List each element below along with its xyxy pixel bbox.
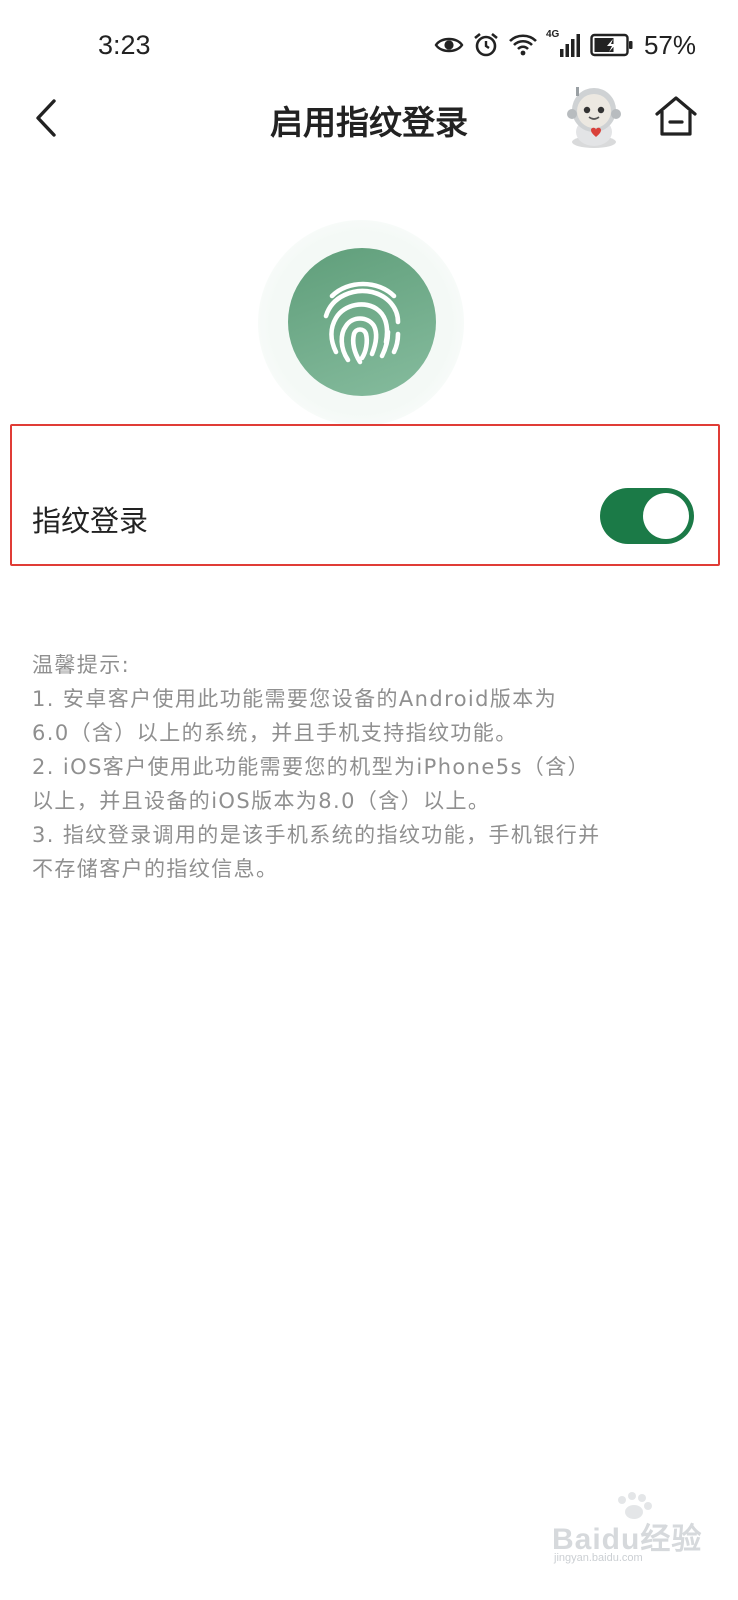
app-screen: 3:23 4G 57% 启用指纹登录 指纹登录 温馨提示: 1. 安卓客户使用此… (0, 0, 738, 1600)
status-time: 3:23 (98, 30, 151, 60)
tip-line: 以上，并且设备的iOS版本为8.0（含）以上。 (32, 789, 491, 813)
astronaut-mascot-icon[interactable] (560, 84, 628, 150)
eye-icon (434, 34, 464, 56)
toggle-knob (643, 493, 689, 539)
tip-line: 6.0（含）以上的系统，并且手机支持指纹功能。 (32, 721, 518, 745)
status-icons: 4G 57% (434, 28, 696, 62)
battery-percentage: 57% (643, 29, 696, 60)
tips-section: 温馨提示: 1. 安卓客户使用此功能需要您设备的Android版本为 6.0（含… (32, 648, 712, 886)
baidu-watermark: Baidu经验 jingyan.baidu.com (552, 1490, 722, 1570)
status-bar: 3:23 4G 57% (0, 0, 738, 90)
fingerprint-icon (314, 272, 410, 372)
tip-line: 3. 指纹登录调用的是该手机系统的指纹功能，手机银行并 (32, 823, 601, 847)
alarm-icon (472, 31, 500, 59)
fingerprint-login-toggle[interactable] (600, 488, 694, 544)
fingerprint-login-setting[interactable]: 指纹登录 (10, 424, 720, 566)
fingerprint-badge (288, 248, 436, 396)
home-icon (652, 96, 700, 144)
cellular-4g-icon: 4G (546, 29, 582, 59)
wifi-icon (508, 32, 538, 58)
app-header: 启用指纹登录 (0, 87, 738, 150)
tip-line: 2. iOS客户使用此功能需要您的机型为iPhone5s（含） (32, 755, 590, 779)
tips-heading: 温馨提示: (32, 653, 131, 677)
tip-line: 1. 安卓客户使用此功能需要您设备的Android版本为 (32, 687, 558, 711)
battery-icon (590, 33, 634, 57)
watermark-subtext: jingyan.baidu.com (554, 1552, 643, 1564)
home-button[interactable] (652, 92, 700, 140)
tip-line: 不存储客户的指纹信息。 (32, 857, 279, 881)
fingerprint-login-label: 指纹登录 (32, 504, 149, 538)
